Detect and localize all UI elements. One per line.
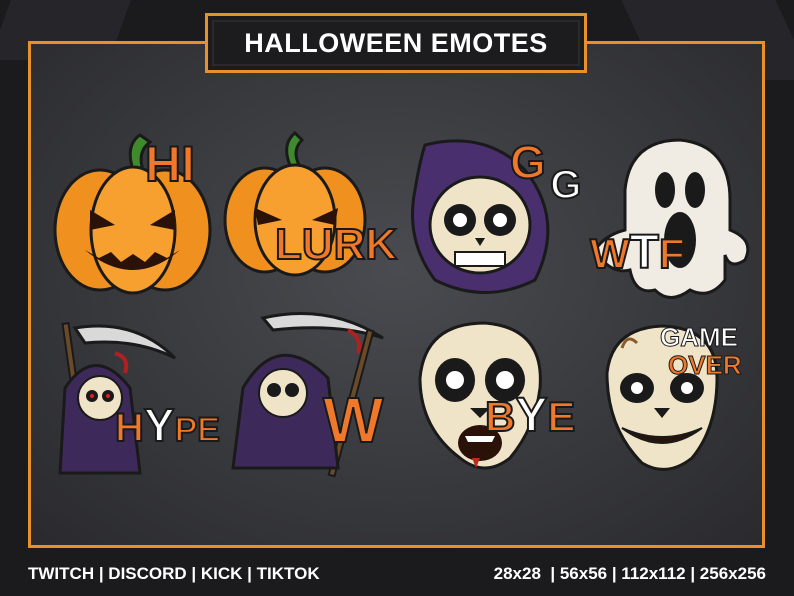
- emote-label-wrap: G G: [509, 135, 582, 208]
- emote-reaper-hype: HYPE: [45, 318, 221, 488]
- page-title: HALLOWEEN EMOTES: [244, 27, 548, 58]
- emote-ghost-wtf: WTF: [585, 130, 755, 310]
- emote-label: HI: [144, 135, 196, 193]
- emote-label-wrap: WTF: [589, 225, 686, 280]
- emote-skull-game-over: GAME OVER: [592, 318, 752, 488]
- emote-label-wrap: LURK: [274, 219, 398, 270]
- emote-reaper-gg: G G: [405, 130, 585, 305]
- emote-label-b: T: [629, 225, 660, 280]
- emote-label-b: G: [549, 162, 582, 208]
- emote-label-wrap: HI: [144, 135, 196, 193]
- emote-label-c: E: [546, 392, 576, 441]
- emote-pumpkin-lurk: LURK: [220, 130, 398, 310]
- emote-label-wrap: W: [322, 383, 384, 457]
- emote-label-a: G: [509, 135, 547, 189]
- emote-label-b: OVER: [668, 350, 743, 380]
- emote-label-wrap: BYE: [484, 388, 576, 443]
- emote-label: LURK: [274, 219, 398, 270]
- emote-reaper-w: W: [228, 308, 398, 488]
- title-inner: HALLOWEEN EMOTES: [212, 20, 580, 66]
- emote-label-a: GAME: [660, 322, 739, 352]
- platforms-text: TWITCH | DISCORD | KICK | TIKTOK: [28, 564, 320, 583]
- emote-label: W: [322, 383, 384, 457]
- emote-label-b: Y: [143, 398, 176, 452]
- title-banner: HALLOWEEN EMOTES: [205, 13, 587, 73]
- emote-label-c: F: [658, 229, 686, 278]
- emote-label-a: H: [114, 405, 145, 451]
- emote-label-a: W: [589, 229, 631, 278]
- emote-label-a: B: [484, 392, 516, 441]
- emote-label-wrap: HYPE: [114, 398, 221, 452]
- emote-skull-bye: BYE: [410, 318, 585, 488]
- emote-pumpkin-hi: HI: [45, 130, 220, 310]
- emote-label-b: Y: [514, 388, 548, 443]
- emote-label-c: PE: [174, 410, 221, 450]
- emote-label-wrap: GAME OVER: [660, 322, 743, 380]
- sizes-text: 28x28 | 56x56 | 112x112 | 256x256: [493, 564, 766, 583]
